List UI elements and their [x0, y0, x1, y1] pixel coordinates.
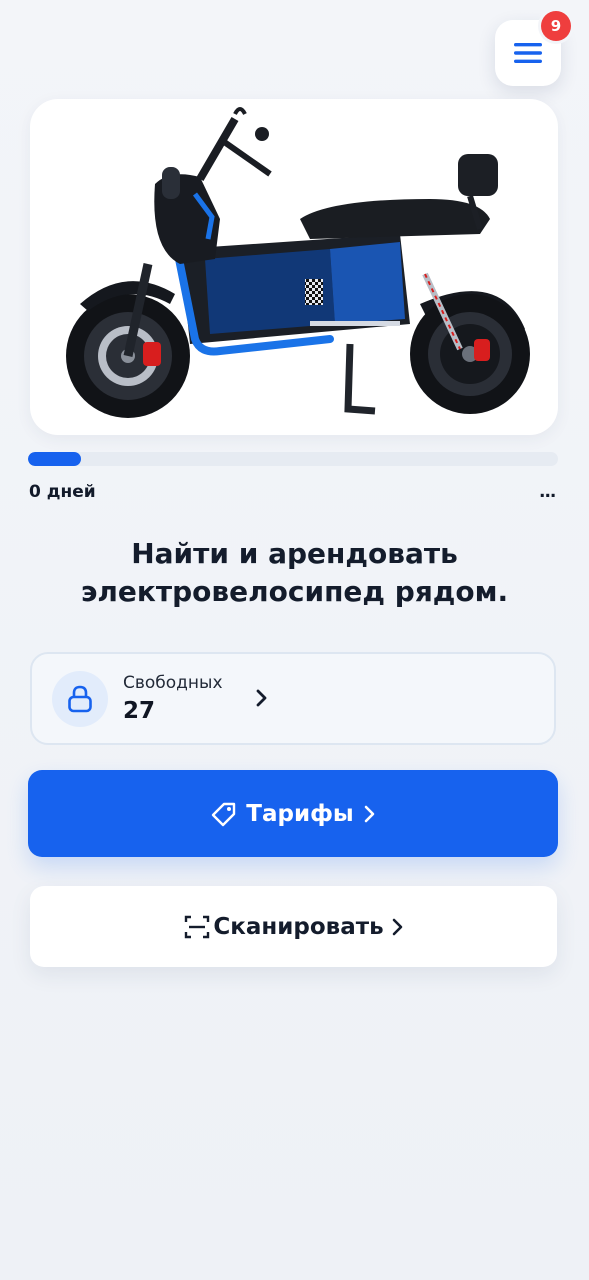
- electric-scooter-illustration: [66, 107, 530, 418]
- page-title: Найти и арендовать электровелосипед рядо…: [20, 535, 569, 611]
- progress-fill: [28, 452, 81, 466]
- chevron-right-icon: [364, 805, 376, 823]
- hamburger-menu-icon: [514, 43, 542, 63]
- hero-scooter-image: [30, 99, 558, 435]
- available-bikes-card[interactable]: Свободных 27: [30, 652, 556, 745]
- scan-label: Сканировать: [213, 913, 384, 940]
- chevron-right-icon: [392, 918, 404, 936]
- chevron-right-icon: [256, 689, 268, 707]
- price-tag-icon: [210, 800, 238, 828]
- lock-icon-container: [52, 671, 108, 727]
- lock-icon: [67, 685, 93, 713]
- title-line-1: Найти и арендовать: [131, 537, 458, 570]
- more-options-button[interactable]: ...: [539, 482, 556, 502]
- tariffs-label: Тарифы: [246, 800, 354, 827]
- available-count: 27: [123, 698, 156, 724]
- notification-badge: 9: [541, 11, 571, 41]
- title-line-2: электровелосипед рядом.: [80, 575, 509, 608]
- available-label: Свободных: [123, 673, 223, 693]
- scan-frame-icon: [183, 913, 211, 941]
- rental-progress-bar: [28, 452, 558, 466]
- days-label: 0 дней: [29, 482, 96, 502]
- scan-button[interactable]: Сканировать: [30, 886, 557, 967]
- tariffs-button[interactable]: Тарифы: [28, 770, 558, 857]
